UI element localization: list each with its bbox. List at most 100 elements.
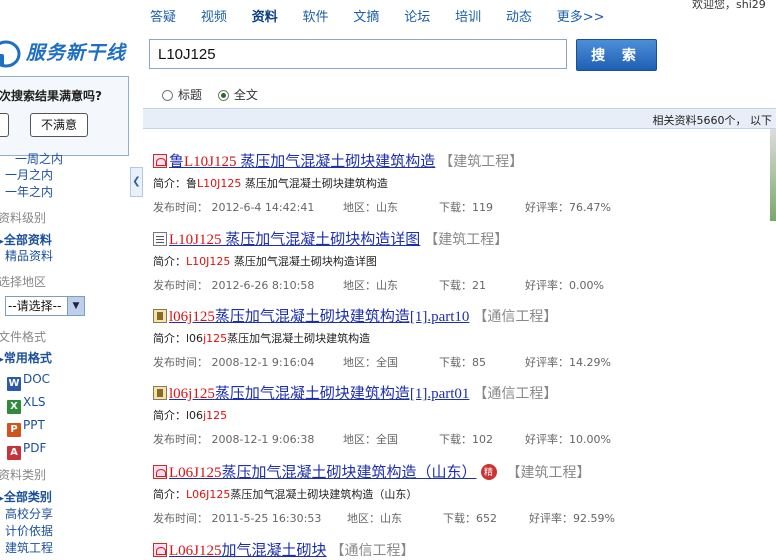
radio-title[interactable] <box>162 90 173 101</box>
result-downloads: 下载：85 <box>439 356 486 369</box>
nav-video[interactable]: 视频 <box>201 6 227 25</box>
filter-level-all[interactable]: ▶全部资料 <box>0 231 52 248</box>
result-date: 发布时间： 2012-6-26 8:10:58 <box>153 279 315 292</box>
search-input[interactable] <box>149 39 567 69</box>
nav-forum[interactable]: 论坛 <box>404 6 430 25</box>
result-rating: 好评率：76.47% <box>525 201 611 214</box>
summary-prefix: l06 <box>186 332 204 345</box>
logo-emblem-icon <box>0 40 21 68</box>
filter-format-common[interactable]: ▶常用格式 <box>0 349 52 366</box>
title-rest: 加气混凝土砌块 <box>221 543 327 559</box>
summary-rest: 蒸压加气混凝土砌块建筑构造 <box>241 177 388 190</box>
title-highlight: L06J125 <box>169 543 222 559</box>
filter-format-pdf[interactable]: A PDF <box>7 441 46 460</box>
category-heading: 资料类别 <box>0 468 47 482</box>
pdf-file-icon <box>153 154 167 168</box>
result-date: 发布时间： 2012-6-4 14:42:41 <box>153 201 315 214</box>
filter-category-all[interactable]: ▶全部类别 <box>0 488 52 505</box>
word-icon: W <box>7 377 21 391</box>
scope-full-label: 全文 <box>233 88 258 102</box>
scope-full-option[interactable]: 全文 <box>217 88 258 102</box>
radio-full[interactable] <box>217 90 229 101</box>
pdf-icon: A <box>7 446 21 460</box>
summary-label: 简介： <box>153 409 186 422</box>
unsatisfied-button[interactable]: 不满意 <box>30 113 88 137</box>
filter-month[interactable]: 一月之内 <box>5 166 53 183</box>
search-scope: 标题 全文 <box>162 86 258 103</box>
filter-level-fine[interactable]: 精品资料 <box>5 247 53 264</box>
result-title-link[interactable]: L06J125加气混凝土砌块 <box>169 543 327 559</box>
filter-category-pricing[interactable]: 计价依据 <box>5 522 53 539</box>
summary-label: 简介： <box>153 332 186 345</box>
survey-question: 次搜索结果满意吗? <box>0 89 102 103</box>
summary-rest: 蒸压加气混凝土砌块建筑构造 <box>227 332 371 345</box>
result-title-link[interactable]: 鲁L10J125 蒸压加气混凝土砌块建筑构造 <box>169 154 435 170</box>
summary-prefix: l06 <box>186 409 204 422</box>
scope-title-option[interactable]: 标题 <box>162 88 202 102</box>
nav-digest[interactable]: 文摘 <box>353 6 379 25</box>
summary-highlight: j125 <box>203 332 228 345</box>
excel-icon: X <box>7 400 21 414</box>
filter-format-common-label: 常用格式 <box>3 351 52 365</box>
nav-software[interactable]: 软件 <box>303 6 329 25</box>
right-edge-banner <box>770 129 776 221</box>
format-xls-label: XLS <box>23 395 46 409</box>
search-button[interactable]: 搜 索 <box>576 39 657 71</box>
filter-category-all-label: 全部类别 <box>3 490 52 504</box>
title-rest: 蒸压加气混凝土砌块建筑构造（山东） <box>221 465 477 481</box>
result-region: 地区：山东 <box>343 201 398 214</box>
result-downloads: 下载：21 <box>439 279 486 292</box>
result-title-link[interactable]: l06j125蒸压加气混凝土砌块建筑构造[1].part01 <box>169 386 469 402</box>
filter-level-all-label: 全部资料 <box>3 233 52 247</box>
nav-more[interactable]: 更多>> <box>557 6 605 25</box>
summary-label: 简介： <box>153 488 186 501</box>
result-item: 鲁L10J125 蒸压加气混凝土砌块建筑构造 【建筑工程】 简介：鲁L10J125… <box>153 150 765 215</box>
results-info-bar: 相关资料5660个， 以下 <box>143 108 776 129</box>
title-prefix: 鲁 <box>169 154 185 170</box>
result-date: 发布时间： 2011-5-25 16:30:53 <box>153 512 322 525</box>
result-title-link[interactable]: L10J125 蒸压加气混凝土砌块构造详图 <box>169 232 420 248</box>
filter-year[interactable]: 一年之内 <box>5 183 53 200</box>
result-category: 【通信工程】 <box>330 544 415 559</box>
satisfied-button[interactable] <box>0 113 9 137</box>
format-ppt-label: PPT <box>23 418 45 432</box>
nav-news[interactable]: 动态 <box>506 6 532 25</box>
title-highlight: l06j125 <box>169 309 215 325</box>
result-title-link[interactable]: l06j125蒸压加气混凝土砌块建筑构造[1].part10 <box>169 309 469 325</box>
filter-week[interactable]: 一周之内 <box>15 150 63 167</box>
nav-materials[interactable]: 资料 <box>252 6 278 25</box>
filter-format-ppt[interactable]: P PPT <box>7 418 45 437</box>
result-category: 【通信工程】 <box>473 387 558 402</box>
filter-category-campus[interactable]: 高校分享 <box>5 505 53 522</box>
title-highlight: L10J125 <box>184 154 237 170</box>
scope-title-label: 标题 <box>178 88 203 102</box>
site-logo[interactable]: 服务新干线 <box>0 28 140 74</box>
nav-training[interactable]: 培训 <box>455 6 481 25</box>
result-count: 相关资料5660个， 以下 <box>652 114 773 127</box>
result-title-link[interactable]: L06J125蒸压加气混凝土砌块建筑构造（山东） <box>169 465 477 481</box>
filter-category-building[interactable]: 建筑工程 <box>5 539 53 556</box>
result-item: l06j125蒸压加气混凝土砌块建筑构造[1].part01 【通信工程】 简介：… <box>153 382 765 447</box>
nav-answers[interactable]: 答疑 <box>150 6 176 25</box>
welcome-text: 欢迎您，shi29 <box>692 0 766 11</box>
title-rest: 蒸压加气混凝土砌块建筑构造[1].part10 <box>214 309 470 325</box>
result-downloads: 下载：119 <box>439 201 493 214</box>
powerpoint-icon: P <box>7 423 21 437</box>
summary-label: 简介： <box>153 177 186 190</box>
result-date: 发布时间： 2008-12-1 9:16:04 <box>153 356 315 369</box>
title-rest: 蒸压加气混凝土砌块建筑构造[1].part01 <box>214 386 470 402</box>
filter-format-doc[interactable]: W DOC <box>7 372 50 391</box>
satisfaction-survey: 次搜索结果满意吗? 不满意 <box>0 76 129 156</box>
collapse-sidebar-button[interactable]: ❮ <box>130 167 143 197</box>
filter-format-xls[interactable]: X XLS <box>7 395 46 414</box>
summary-label: 简介： <box>153 255 186 268</box>
summary-highlight: L10J125 <box>186 255 231 268</box>
pdf-file-icon <box>153 543 167 557</box>
text-file-icon <box>153 232 167 246</box>
region-select[interactable]: --请选择-- ▼ <box>5 296 85 316</box>
region-heading: 选择地区 <box>0 275 47 289</box>
result-item: L06J125加气混凝土砌块 【通信工程】 <box>153 539 765 560</box>
chevron-left-icon: ❮ <box>132 176 141 187</box>
result-item: L10J125 蒸压加气混凝土砌块构造详图 【建筑工程】 简介：L10J125 蒸… <box>153 228 765 293</box>
result-category: 【建筑工程】 <box>506 466 591 481</box>
